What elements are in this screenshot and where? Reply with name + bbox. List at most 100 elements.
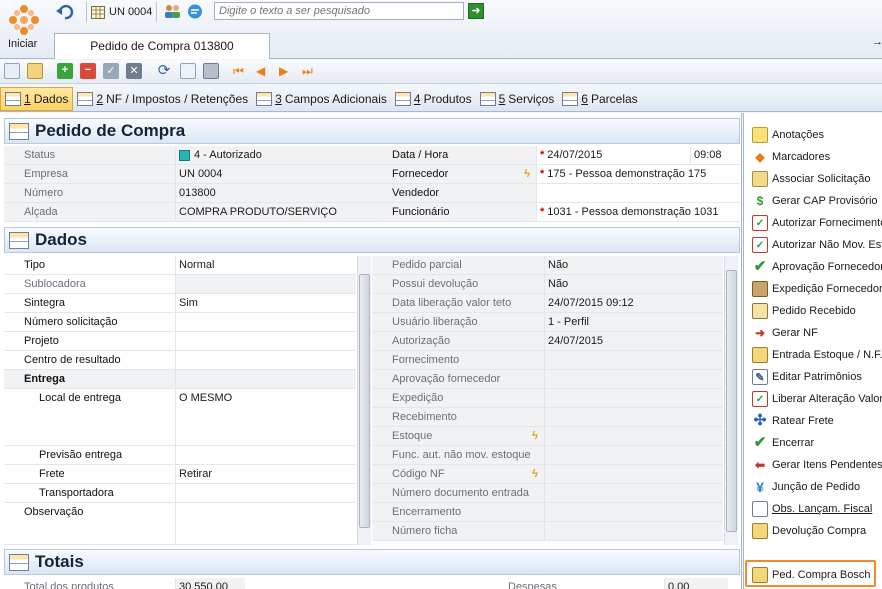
tab-dados[interactable]: 1 Dados: [0, 86, 74, 111]
confirm-icon[interactable]: ✓: [103, 63, 119, 79]
new-document-icon[interactable]: [4, 63, 20, 79]
dollar-icon: $: [756, 194, 764, 208]
lightning-icon[interactable]: ϟ: [532, 430, 538, 442]
sidebar-item-editar-patrimonios[interactable]: ✎ Editar Patrimônios: [752, 368, 862, 386]
section-header-pedido[interactable]: Pedido de Compra: [4, 118, 740, 144]
calendar-check-icon: ✓: [752, 391, 768, 407]
tab-scroll-arrow-icon[interactable]: →: [872, 36, 882, 48]
refresh-icon[interactable]: ⟳: [156, 63, 172, 79]
package-icon: [752, 281, 768, 297]
right-scrollbar[interactable]: [724, 256, 738, 545]
main-panel: Pedido de Compra Status 4 - Autorizado E…: [0, 113, 742, 589]
associate-icon: [752, 171, 768, 187]
sidebar-item-gerar-nf[interactable]: ➜ Gerar NF: [752, 324, 818, 342]
undo-icon[interactable]: [56, 4, 74, 21]
scroll-thumb[interactable]: [359, 274, 370, 528]
chat-icon[interactable]: [187, 4, 203, 19]
unit-selector[interactable]: UN 0004: [86, 2, 158, 22]
field-sintegra: Sintegra Sim: [4, 294, 356, 313]
sidebar-item-encerrar[interactable]: ✔ Encerrar: [752, 434, 814, 452]
group-entrega: Entrega: [4, 370, 356, 389]
search-input[interactable]: [214, 2, 464, 20]
sidebar-item-gerar-itens-pendentes[interactable]: ⬅ Gerar Itens Pendentes: [752, 456, 882, 474]
sidebar-item-pedido-recebido[interactable]: Pedido Recebido: [752, 302, 856, 320]
sidebar-item-associar[interactable]: Associar Solicitação: [752, 170, 870, 188]
tab-campos-adicionais[interactable]: 3 Campos Adicionais: [252, 87, 391, 111]
sidebar-item-anotacoes[interactable]: Anotações: [752, 126, 824, 144]
field-expedicao: Expedição: [372, 389, 723, 408]
form-tabs: 1 Dados 2 NF / Impostos / Retenções 3 Ca…: [0, 86, 882, 112]
field-numero-ficha: Número ficha: [372, 522, 723, 541]
field-aprovacao-fornecedor: Aprovação fornecedor: [372, 370, 723, 389]
sidebar-item-gerar-cap[interactable]: $ Gerar CAP Provisório: [752, 192, 878, 210]
tab-parcelas[interactable]: 6 Parcelas: [558, 87, 641, 111]
remove-icon[interactable]: −: [80, 63, 96, 79]
tab-nf-impostos[interactable]: 2 NF / Impostos / Retenções: [73, 87, 252, 111]
first-record-icon[interactable]: ⏮: [233, 63, 249, 79]
cancel-icon[interactable]: ✕: [126, 63, 142, 79]
form-icon: [9, 231, 29, 249]
sidebar-item-autorizar-nao-mov[interactable]: ✓Autorizar Não Mov. Estoque: [752, 236, 882, 254]
add-icon[interactable]: +: [57, 63, 73, 79]
unit-label: UN 0004: [109, 6, 153, 18]
sidebar-item-aprovacao-fornecedor[interactable]: ✔ Aprovação Fornecedor: [752, 258, 882, 276]
sidebar-item-ratear-frete[interactable]: ✣ Ratear Frete: [752, 412, 834, 430]
field-numero-solicitacao: Número solicitação: [4, 313, 356, 332]
sidebar-item-devolucao-compra[interactable]: Devolução Compra: [752, 522, 866, 540]
lock-icon[interactable]: [27, 63, 43, 79]
field-fornecedor: Fornecedor ϟ * 175 - Pessoa demonstração 1…: [372, 165, 740, 184]
lightning-icon[interactable]: ϟ: [532, 468, 538, 480]
next-record-icon[interactable]: ▶: [279, 63, 295, 79]
calendar-check-icon: ✓: [752, 215, 768, 231]
field-previsao-entrega: Previsão entrega: [4, 446, 356, 465]
print-icon[interactable]: [203, 63, 219, 79]
scroll-thumb[interactable]: [726, 270, 737, 532]
tab-produtos[interactable]: 4 Produtos: [391, 87, 476, 111]
field-codigo-nf: Código NF ϟ: [372, 465, 723, 484]
form-icon: [479, 91, 496, 106]
section-header-dados[interactable]: Dados: [4, 227, 740, 253]
field-numero: Número 013800: [4, 184, 372, 203]
merge-icon: ¥: [756, 479, 764, 495]
previous-record-icon[interactable]: ◀: [256, 63, 272, 79]
preview-icon[interactable]: [180, 63, 196, 79]
field-func-aut: Func. aut. não mov. estoque: [372, 446, 723, 465]
sidebar-item-liberar-alteracao[interactable]: ✓Liberar Alteração Valores: [752, 390, 882, 408]
notes-icon: [752, 127, 768, 143]
sidebar-item-entrada-estoque[interactable]: Entrada Estoque / N.F.: [752, 346, 882, 364]
checkmark-icon: ✔: [753, 434, 767, 451]
left-scrollbar[interactable]: [357, 256, 371, 545]
document-icon: [752, 501, 768, 517]
field-observacao: Observação: [4, 503, 356, 545]
sidebar-item-ped-compra-bosch[interactable]: Ped. Compra Bosch: [752, 566, 870, 584]
field-autorizacao: Autorização 24/07/2015: [372, 332, 723, 351]
field-frete: Frete Retirar: [4, 465, 356, 484]
form-icon: [562, 91, 579, 106]
grid-icon: [91, 5, 105, 19]
field-numero-documento: Número documento entrada: [372, 484, 723, 503]
sidebar-item-expedicao[interactable]: Expedição Fornecedor: [752, 280, 882, 298]
form-icon: [9, 122, 29, 140]
sidebar-item-autorizar-fornecimento[interactable]: ✓ Autorizar Fornecimento: [752, 214, 882, 232]
search-go-button[interactable]: ➜: [468, 3, 484, 19]
field-vendedor: Vendedor: [372, 184, 740, 203]
sidebar-item-obs-fiscal[interactable]: Obs. Lançam. Fiscal: [752, 500, 872, 518]
stock-entry-icon: [752, 347, 768, 363]
form-icon: [5, 91, 21, 106]
field-despesas: Despesas 0,00: [488, 577, 728, 589]
field-estoque: Estoque ϟ: [372, 427, 723, 446]
arrow-left-icon: ⬅: [754, 458, 766, 472]
field-possui-devolucao: Possui devolução Não: [372, 275, 723, 294]
tab-servicos[interactable]: 5 Serviços: [476, 87, 559, 111]
users-icon[interactable]: [164, 4, 181, 19]
last-record-icon[interactable]: ⏭: [302, 63, 318, 79]
field-total-produtos: Total dos produtos 30.550,00: [4, 577, 356, 589]
section-header-totais[interactable]: Totais: [4, 549, 740, 575]
sidebar-item-juncao-pedido[interactable]: ¥ Junção de Pedido: [752, 478, 860, 496]
lightning-icon[interactable]: ϟ: [524, 168, 530, 180]
tab-pedido-compra[interactable]: Pedido de Compra 013800: [54, 33, 270, 59]
field-projeto: Projeto: [4, 332, 356, 351]
field-funcionario: Funcionário * 1031 - Pessoa demonstração …: [372, 203, 740, 222]
sidebar-item-marcadores[interactable]: ◆ Marcadores: [752, 148, 830, 166]
form-icon: [394, 91, 411, 106]
